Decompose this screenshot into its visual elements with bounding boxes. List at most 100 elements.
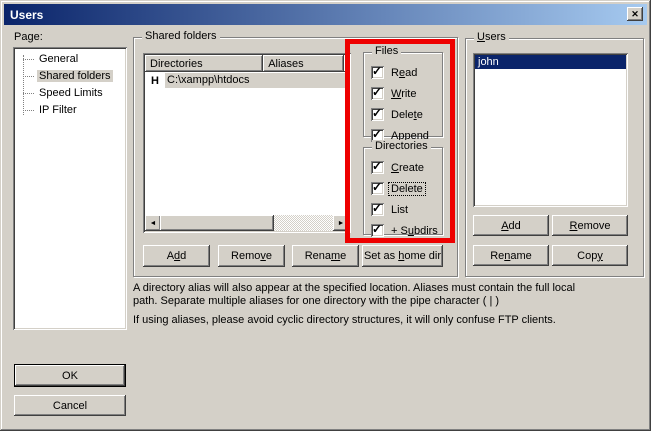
column-header-label: Directories [150,58,203,70]
users-group-label: Users [474,31,509,43]
label-post: ame [510,250,531,262]
page-item-speed-limits[interactable]: Speed Limits [15,85,125,102]
page-item-ip-filter[interactable]: IP Filter [15,102,125,119]
label-pre: + S [391,225,408,237]
rename-folder-button[interactable]: Rename [292,245,359,267]
alias-description-line2: path. Separate multiple aliases for one … [133,295,499,307]
button-label: Set as home dir [364,250,441,262]
column-header-label: Aliases [268,58,303,70]
checkmark-icon: ✓ [372,222,382,236]
label-post: d [180,250,186,262]
checkbox-write[interactable]: ✓ [371,87,384,100]
page-item-shared-folders[interactable]: Shared folders [15,68,125,85]
table-row[interactable]: H C:\xampp\htdocs [145,72,349,89]
page-item-label[interactable]: Speed Limits [37,87,105,99]
checkbox-row-subdirs[interactable]: ✓ + Subdirs [364,220,442,241]
label-accel: m [331,250,340,262]
shared-folders-group-label: Shared folders [142,30,220,42]
page-item-label[interactable]: Shared folders [37,70,113,82]
button-label: Add [501,220,521,232]
button-label: Cancel [53,400,87,412]
users-dialog: Users ✕ Page: General Shared folders Spe… [0,0,651,431]
button-label: Remove [231,250,272,262]
ok-button[interactable]: OK [14,364,126,387]
list-item-user-john[interactable]: john [475,55,626,69]
checkbox-label: Delete [389,109,425,121]
checkbox-row-delete-files[interactable]: ✓ Delete [364,104,442,125]
scroll-left-button[interactable]: ◄ [145,215,161,231]
checkbox-subdirs[interactable]: ✓ [371,224,384,237]
title-bar[interactable]: Users [4,4,647,25]
checkbox-label: Create [389,162,426,174]
button-label: OK [62,370,78,382]
rename-user-button[interactable]: Rename [473,245,549,266]
add-user-button[interactable]: Add [473,215,549,236]
checkbox-row-delete-dir[interactable]: ✓ Delete [364,178,442,199]
checkbox-row-read[interactable]: ✓ Read [364,62,442,83]
checkbox-delete-dir[interactable]: ✓ [371,182,384,195]
cancel-button[interactable]: Cancel [14,395,126,416]
column-header-directories[interactable]: Directories [145,55,263,72]
checkmark-icon: ✓ [372,127,382,141]
listview-inner: Directories Aliases H C:\xampp\htdocs ◄ … [145,55,349,231]
users-listbox-inner: john [475,55,626,205]
horizontal-scrollbar[interactable]: ◄ ► [145,215,349,231]
checkbox-row-list[interactable]: ✓ List [364,199,442,220]
checkbox-label: Read [389,67,419,79]
copy-user-button[interactable]: Copy [552,245,628,266]
button-label: Rename [490,250,532,262]
directory-path[interactable]: C:\xampp\htdocs [165,73,349,88]
button-label: Add [167,250,187,262]
alias-description-line1: A directory alias will also appear at th… [133,282,575,294]
page-tree: General Shared folders Speed Limits IP F… [15,51,125,119]
checkbox-create-dir[interactable]: ✓ [371,161,384,174]
label-post: rite [401,88,416,100]
label-pre: R [391,67,399,79]
button-label: Copy [577,250,603,262]
remove-user-button[interactable]: Remove [552,215,628,236]
shared-folders-listview[interactable]: Directories Aliases H C:\xampp\htdocs ◄ … [143,53,351,233]
checkmark-icon: ✓ [372,159,382,173]
label-post: ome dir [404,250,441,262]
checkbox-label: List [389,204,410,216]
users-listbox[interactable]: john [473,53,628,207]
remove-folder-button[interactable]: Remove [218,245,285,267]
label-post: e [266,250,272,262]
label-post: bdirs [414,225,438,237]
label-post: ad [405,67,417,79]
page-list[interactable]: General Shared folders Speed Limits IP F… [13,47,127,330]
label-post: emove [577,220,610,232]
label-accel: W [391,88,401,100]
label-pre: Cop [577,250,597,262]
checkbox-list[interactable]: ✓ [371,203,384,216]
page-item-label[interactable]: IP Filter [37,104,79,116]
page-item-general[interactable]: General [15,51,125,68]
column-header-aliases[interactable]: Aliases [263,55,344,72]
checkbox-label: + Subdirs [389,225,440,237]
page-item-label[interactable]: General [37,53,80,65]
checkbox-read[interactable]: ✓ [371,66,384,79]
user-name: john [478,56,499,68]
checkbox-row-write[interactable]: ✓ Write [364,83,442,104]
close-button[interactable]: ✕ [627,7,643,21]
listview-header: Directories Aliases [145,55,349,72]
label-pre: Re [490,250,504,262]
button-label: Rename [305,250,347,262]
label-post: e [417,109,423,121]
label-pre: Remo [231,250,260,262]
scrollbar-thumb[interactable] [160,215,274,231]
window-title: Users [10,8,43,22]
checkbox-delete-files[interactable]: ✓ [371,108,384,121]
checkbox-row-create[interactable]: ✓ Create [364,157,442,178]
checkmark-icon: ✓ [372,201,382,215]
label-pre: Dele [391,109,414,121]
scroll-right-button[interactable]: ► [333,215,349,231]
set-as-home-dir-button[interactable]: Set as home dir [362,245,443,267]
label-pre: List [391,204,408,216]
tree-connector [23,76,34,77]
tree-connector [23,59,34,60]
add-folder-button[interactable]: Add [143,245,210,267]
label-accel: A [501,220,508,232]
directories-group-label: Directories [372,140,431,152]
column-header-filler [344,55,349,72]
